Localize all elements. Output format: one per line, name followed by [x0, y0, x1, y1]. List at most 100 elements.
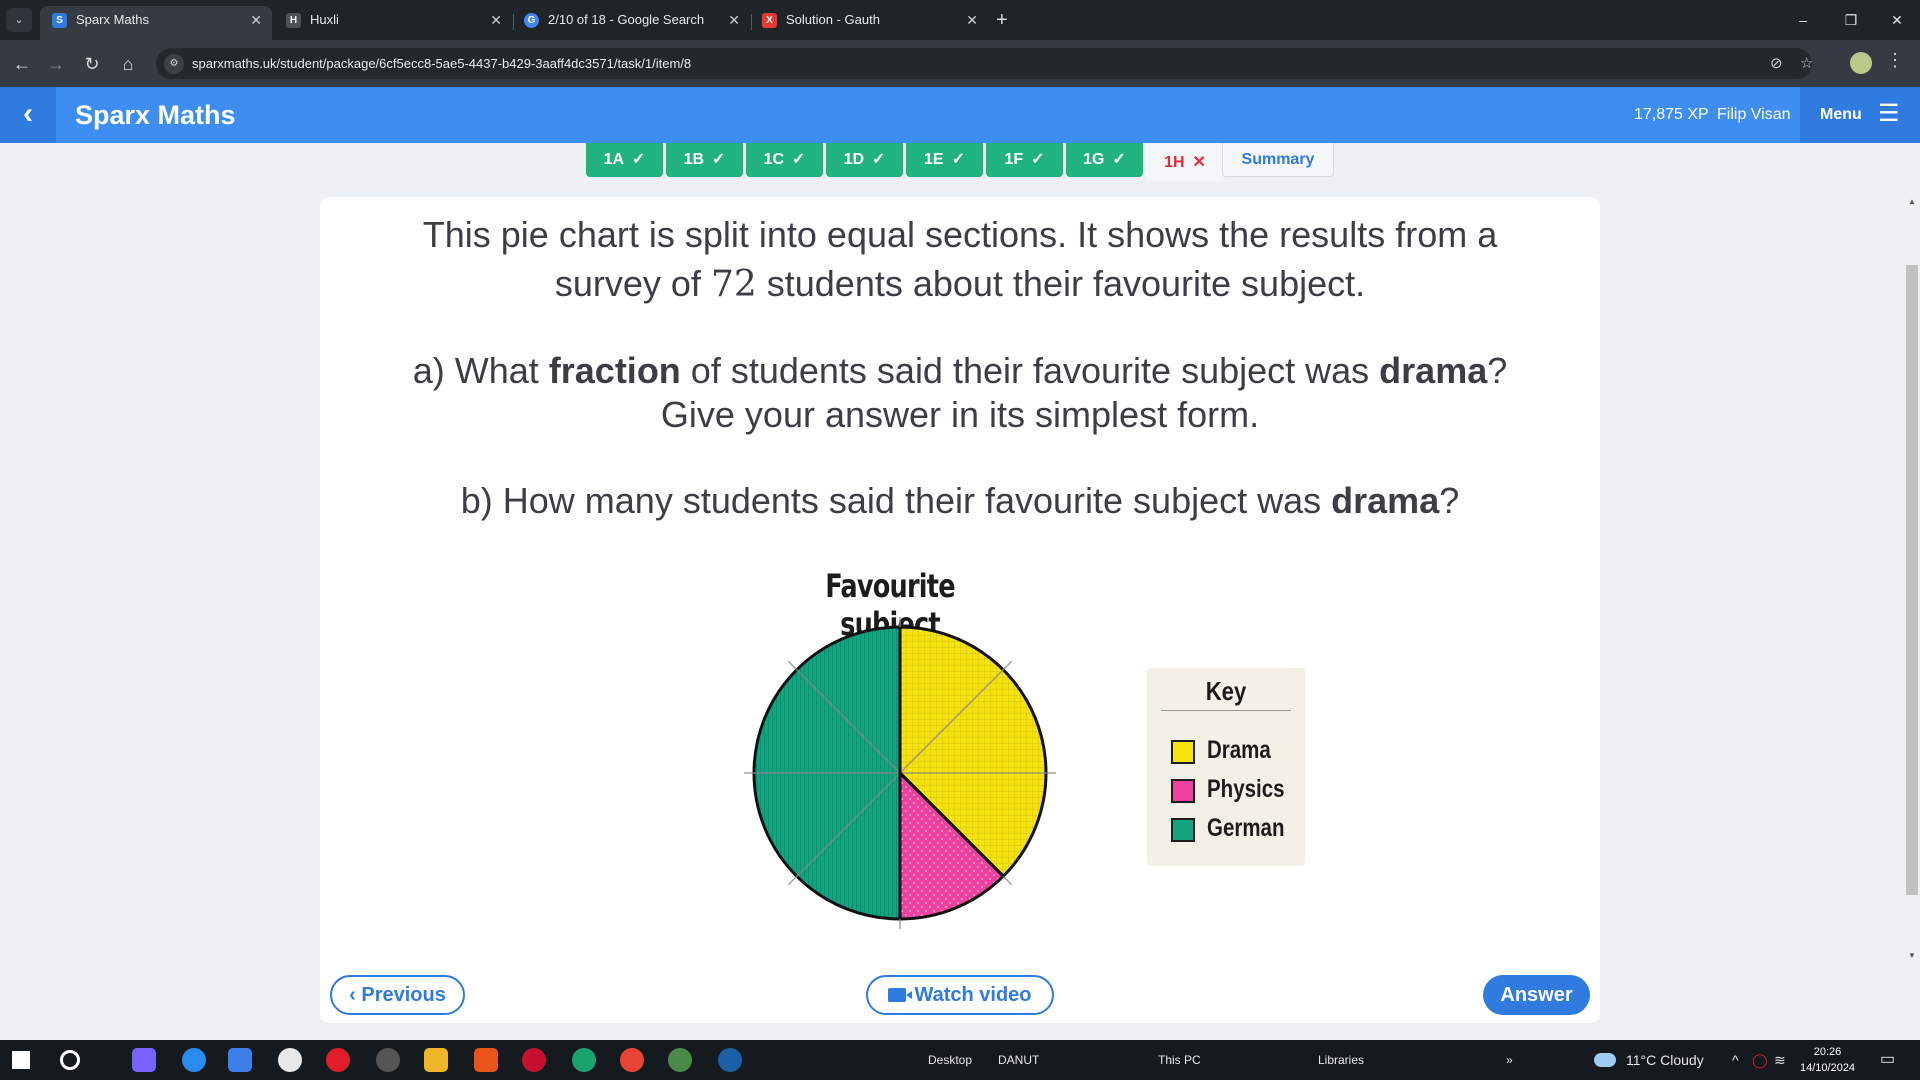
clock-date: 14/10/2024 — [1800, 1062, 1856, 1074]
question-card: This pie chart is split into equal secti… — [320, 197, 1918, 1023]
check-icon: ✓ — [712, 151, 726, 168]
back-arrow-icon[interactable]: ← — [8, 50, 36, 78]
key-label: German — [1207, 814, 1285, 842]
tab-close-icon[interactable]: ✕ — [490, 6, 502, 34]
task-tab-1c[interactable]: 1C ✓ — [746, 143, 823, 177]
tab-close-icon[interactable]: ✕ — [966, 6, 978, 34]
copilot-icon[interactable] — [132, 1048, 156, 1072]
chrome-icon[interactable] — [620, 1048, 644, 1072]
taskbar-this-pc[interactable]: This PC — [1158, 1040, 1201, 1080]
text-segment: a) What — [412, 350, 549, 391]
key-label: Drama — [1207, 736, 1271, 764]
site-info-icon[interactable]: ⚙ — [164, 54, 184, 74]
task-tab-label: 1F — [1004, 151, 1024, 168]
notifications-icon[interactable]: ▭ — [1880, 1040, 1895, 1080]
gauth-favicon-icon: X — [762, 13, 777, 28]
drop-app-icon[interactable] — [182, 1048, 206, 1072]
minimize-button[interactable]: – — [1780, 6, 1826, 34]
tab-close-icon[interactable]: ✕ — [250, 6, 262, 34]
eye-off-icon[interactable]: ⊘ — [1770, 48, 1783, 79]
taskbar-user[interactable]: DANUT — [998, 1040, 1039, 1080]
close-window-button[interactable]: ✕ — [1874, 6, 1920, 34]
search-icon[interactable] — [60, 1050, 80, 1070]
previous-button[interactable]: ‹ Previous — [330, 975, 465, 1015]
app-icon[interactable] — [278, 1048, 302, 1072]
browser-tab-huxli[interactable]: H Huxli ✕ — [274, 6, 514, 40]
scroll-up-icon[interactable]: ▲ — [1906, 197, 1918, 206]
text-segment: survey of — [554, 263, 711, 304]
forward-arrow-icon[interactable]: → — [42, 50, 70, 78]
browser-tab-google[interactable]: G 2/10 of 18 - Google Search ✕ — [512, 6, 752, 40]
tab-search-button[interactable]: ⌄ — [6, 8, 32, 32]
taskbar-overflow-icon[interactable]: » — [1506, 1040, 1513, 1080]
steam-icon[interactable] — [718, 1048, 742, 1072]
home-icon[interactable]: ⌂ — [114, 50, 142, 78]
text-segment: students about their favourite subject. — [756, 263, 1366, 304]
check-icon: ✓ — [632, 151, 646, 168]
task-tab-label: 1C — [763, 151, 785, 168]
task-tab-1f[interactable]: 1F ✓ — [986, 143, 1063, 177]
watch-video-label: Watch video — [914, 984, 1032, 1006]
file-explorer-icon[interactable] — [424, 1048, 448, 1072]
browser-tab-sparx[interactable]: S Sparx Maths ✕ — [40, 6, 272, 40]
chrome-active-icon[interactable] — [668, 1048, 692, 1072]
hamburger-icon: ☰ — [1878, 100, 1900, 127]
browser-tab-gauth[interactable]: X Solution - Gauth ✕ — [750, 6, 988, 40]
tray-chevron-icon[interactable]: ^ — [1732, 1040, 1739, 1080]
text-segment: ? — [1439, 480, 1460, 521]
taskbar-desktop[interactable]: Desktop — [928, 1040, 972, 1080]
tab-title: Sparx Maths — [76, 12, 149, 27]
chevron-left-icon[interactable]: ‹ — [0, 87, 56, 143]
browser-menu-icon[interactable]: ⋮ — [1886, 50, 1904, 71]
tab-title: 2/10 of 18 - Google Search — [548, 12, 705, 27]
task-tab-1h[interactable]: 1H ✕ — [1146, 143, 1224, 181]
pie-chart — [744, 617, 1056, 929]
edge-icon[interactable] — [572, 1048, 596, 1072]
previous-label: Previous — [361, 984, 446, 1006]
answer-button[interactable]: Answer — [1483, 975, 1590, 1015]
profile-avatar[interactable] — [1850, 52, 1872, 74]
media-icon[interactable] — [376, 1048, 400, 1072]
tab-close-icon[interactable]: ✕ — [728, 6, 740, 34]
browser-tab-strip: ⌄ S Sparx Maths ✕ H Huxli ✕ G 2/10 of 18… — [0, 0, 1920, 40]
task-tab-1g[interactable]: 1G ✓ — [1066, 143, 1143, 177]
task-tab-label: 1A — [603, 151, 625, 168]
chevron-left-icon: ‹ — [349, 984, 362, 1006]
office-icon[interactable] — [474, 1048, 498, 1072]
survey-count: 72 — [710, 264, 757, 305]
check-icon: ✓ — [1031, 151, 1045, 168]
weather-text[interactable]: 11°C Cloudy — [1626, 1040, 1704, 1080]
tray-opera-icon[interactable]: ◯ — [1752, 1040, 1768, 1080]
task-tab-label: 1G — [1083, 151, 1105, 168]
bookmark-star-icon[interactable]: ☆ — [1800, 48, 1813, 79]
new-tab-button[interactable]: + — [996, 6, 1008, 34]
taskbar-libraries[interactable]: Libraries — [1318, 1040, 1364, 1080]
clock[interactable]: 20:26 14/10/2024 — [1800, 1044, 1855, 1076]
task-tab-1a[interactable]: 1A ✓ — [586, 143, 663, 177]
scroll-down-icon[interactable]: ▼ — [1906, 951, 1918, 960]
windows-start-icon[interactable] — [12, 1051, 30, 1069]
summary-tab[interactable]: Summary — [1222, 143, 1334, 177]
wifi-icon[interactable]: ≋ — [1774, 1040, 1786, 1080]
opera-gx-icon[interactable] — [522, 1048, 546, 1072]
menu-button[interactable]: Menu ☰ — [1800, 87, 1920, 143]
mail-icon[interactable] — [228, 1048, 252, 1072]
task-tab-label: 1B — [683, 151, 705, 168]
scroll-thumb[interactable] — [1906, 265, 1918, 895]
opera-icon[interactable] — [326, 1048, 350, 1072]
physics-swatch — [1171, 779, 1195, 803]
brand-title: Sparx Maths — [75, 100, 236, 130]
url-text[interactable]: sparxmaths.uk/student/package/6cf5ecc8-5… — [192, 48, 691, 79]
key-title: Key — [1205, 676, 1247, 706]
restore-button[interactable]: ❐ — [1828, 6, 1874, 34]
scrollbar[interactable]: ▲ ▼ — [1904, 197, 1918, 967]
bold-text: fraction — [548, 350, 681, 391]
address-bar[interactable]: ⚙ sparxmaths.uk/student/package/6cf5ecc8… — [156, 48, 1813, 79]
task-tab-1d[interactable]: 1D ✓ — [826, 143, 903, 177]
clock-time: 20:26 — [1813, 1046, 1842, 1058]
sparx-favicon-icon: S — [52, 13, 67, 28]
reload-icon[interactable]: ↻ — [78, 50, 106, 78]
watch-video-button[interactable]: Watch video — [866, 975, 1054, 1015]
task-tab-1e[interactable]: 1E ✓ — [906, 143, 983, 177]
task-tab-1b[interactable]: 1B ✓ — [666, 143, 743, 177]
